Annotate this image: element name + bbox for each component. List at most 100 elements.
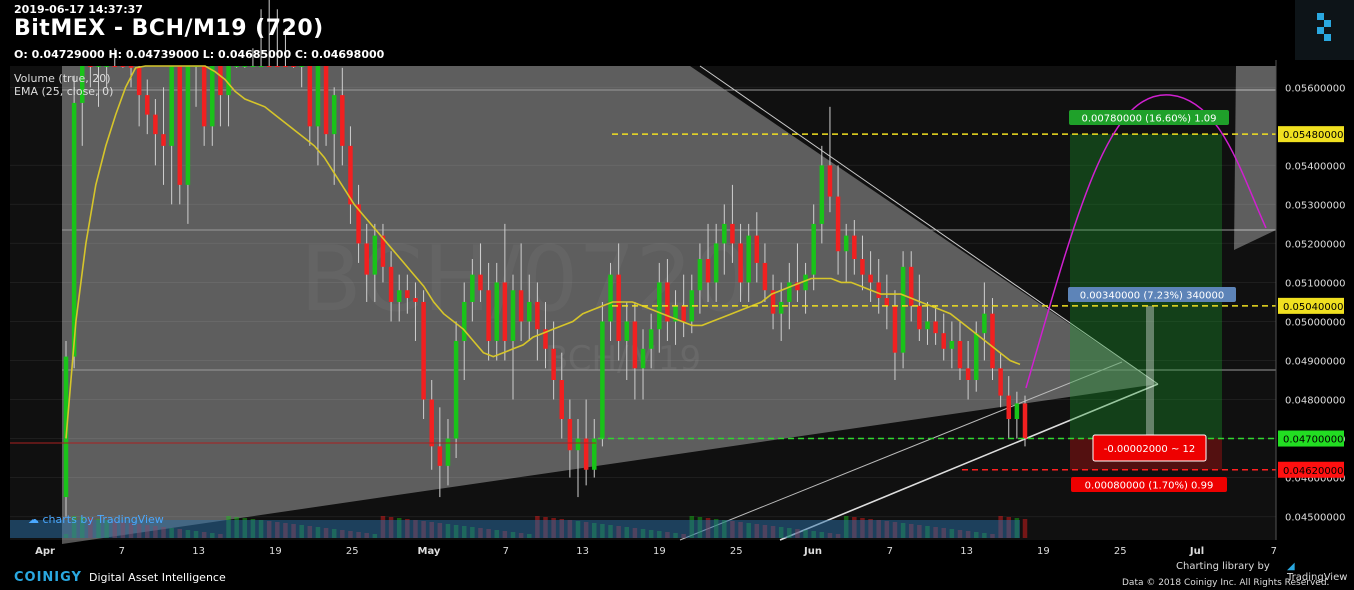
volume-bar bbox=[1022, 519, 1028, 538]
y-tick-label: 0.05100000 bbox=[1285, 278, 1345, 289]
candle-body bbox=[315, 66, 321, 127]
y-tick-label: 0.05400000 bbox=[1285, 161, 1345, 172]
candle-body bbox=[478, 274, 483, 291]
candle-body bbox=[738, 243, 743, 283]
candle-body bbox=[730, 223, 735, 244]
candle-body bbox=[811, 223, 816, 275]
candle-body bbox=[640, 348, 646, 369]
price-level-tag-text: 0.04700000 bbox=[1283, 435, 1343, 446]
candle-body bbox=[933, 321, 938, 334]
tradingview-mark[interactable]: ☁ charts by TradingView bbox=[28, 513, 164, 526]
candle-body bbox=[299, 66, 304, 67]
candle-body bbox=[754, 235, 760, 263]
candle-body bbox=[502, 282, 508, 341]
candle-body bbox=[705, 259, 711, 283]
candle-body bbox=[608, 274, 613, 322]
y-tick-label: 0.05600000 bbox=[1285, 83, 1345, 94]
candle-body bbox=[405, 290, 410, 299]
candle-body bbox=[852, 235, 857, 260]
candle-body bbox=[681, 305, 686, 322]
candle-body bbox=[283, 66, 288, 67]
price-level-tag-text: 0.05480000 bbox=[1283, 130, 1343, 141]
entry-label-text: -0.00002000 ~ 12 bbox=[1104, 444, 1196, 455]
candle-body bbox=[210, 66, 215, 127]
candle-body bbox=[275, 66, 280, 67]
candle-body bbox=[218, 66, 223, 96]
candle-body bbox=[266, 66, 272, 67]
candle-body bbox=[632, 321, 638, 369]
coinigy-logo-icon bbox=[1317, 13, 1331, 41]
candle-body bbox=[518, 290, 524, 322]
x-tick-label: Jul bbox=[1189, 546, 1204, 557]
price-level-tag-text: 0.05040000 bbox=[1283, 302, 1343, 313]
candle-body bbox=[153, 114, 158, 135]
candle-body bbox=[96, 66, 101, 67]
x-tick-label: 25 bbox=[1114, 546, 1127, 557]
ema-indicator-label[interactable]: EMA (25, close, 0) bbox=[14, 85, 113, 98]
candle-body bbox=[1014, 403, 1020, 420]
candle-body bbox=[372, 235, 378, 275]
candle-body bbox=[437, 446, 443, 466]
candle-body bbox=[600, 321, 605, 439]
candle-body bbox=[331, 95, 337, 135]
candle-body bbox=[949, 340, 955, 349]
candle-body bbox=[762, 262, 768, 291]
candle-body bbox=[941, 333, 946, 349]
x-tick-label: 7 bbox=[119, 546, 125, 557]
candle-body bbox=[112, 66, 118, 67]
candle-body bbox=[250, 66, 256, 67]
small-flag bbox=[1234, 66, 1276, 250]
volume-indicator-label[interactable]: Volume (true, 20) bbox=[14, 72, 113, 85]
candle-body bbox=[535, 301, 540, 330]
candle-body bbox=[185, 66, 191, 185]
x-tick-label: 7 bbox=[503, 546, 509, 557]
candle-body bbox=[307, 66, 313, 127]
x-tick-label: May bbox=[418, 546, 441, 557]
candle-body bbox=[925, 321, 930, 330]
candle-body bbox=[965, 368, 971, 380]
x-tick-label: 13 bbox=[576, 546, 589, 557]
candle-body bbox=[990, 313, 995, 369]
candle-body bbox=[128, 66, 134, 68]
x-tick-label: 13 bbox=[960, 546, 973, 557]
timestamp: 2019-06-17 14:37:37 bbox=[14, 3, 143, 16]
candle-body bbox=[364, 243, 369, 275]
copyright: Data © 2018 Coinigy Inc. All Rights Rese… bbox=[1122, 578, 1330, 588]
candle-body bbox=[835, 196, 841, 252]
price-level-tag-text: 0.04620000 bbox=[1283, 466, 1343, 477]
tradingview-cloud-icon: ☁ bbox=[28, 513, 43, 526]
candle-body bbox=[973, 333, 979, 380]
x-tick-label: 7 bbox=[887, 546, 893, 557]
footer-brand[interactable]: COINIGY bbox=[14, 570, 82, 585]
y-tick-label: 0.05200000 bbox=[1285, 239, 1345, 250]
x-tick-label: 19 bbox=[269, 546, 282, 557]
price-chart[interactable]: BCH/0720BCH/M19 0.00780000 (16.60%) 1.09… bbox=[0, 0, 1354, 590]
candle-body bbox=[998, 368, 1003, 396]
candle-body bbox=[201, 66, 207, 127]
candle-body bbox=[778, 301, 784, 314]
candle-body bbox=[88, 66, 93, 67]
coinigy-logo[interactable] bbox=[1295, 0, 1354, 60]
candle-body bbox=[908, 266, 914, 306]
candle-body bbox=[900, 266, 906, 353]
candle-body bbox=[291, 66, 296, 67]
candle-body bbox=[161, 134, 166, 146]
candle-body bbox=[177, 66, 183, 185]
candle-body bbox=[388, 266, 394, 302]
x-tick-label: Jun bbox=[803, 546, 822, 557]
candle-body bbox=[624, 321, 630, 341]
candle-body bbox=[917, 305, 922, 330]
candle-body bbox=[120, 66, 126, 67]
tradingview-icon: ◢ bbox=[1287, 561, 1295, 572]
candle-body bbox=[413, 298, 418, 302]
charting-library-label: Charting library by bbox=[1176, 561, 1270, 572]
candle-body bbox=[226, 66, 231, 96]
y-tick-label: 0.05300000 bbox=[1285, 200, 1345, 211]
y-tick-label: 0.04800000 bbox=[1285, 396, 1345, 407]
candle-body bbox=[526, 301, 532, 322]
x-tick-label: 25 bbox=[730, 546, 743, 557]
candle-body bbox=[860, 259, 865, 275]
candle-body bbox=[242, 66, 248, 67]
ohlc-readout: O: 0.04729000 H: 0.04739000 L: 0.0468500… bbox=[14, 48, 385, 61]
candle-body bbox=[136, 67, 142, 96]
